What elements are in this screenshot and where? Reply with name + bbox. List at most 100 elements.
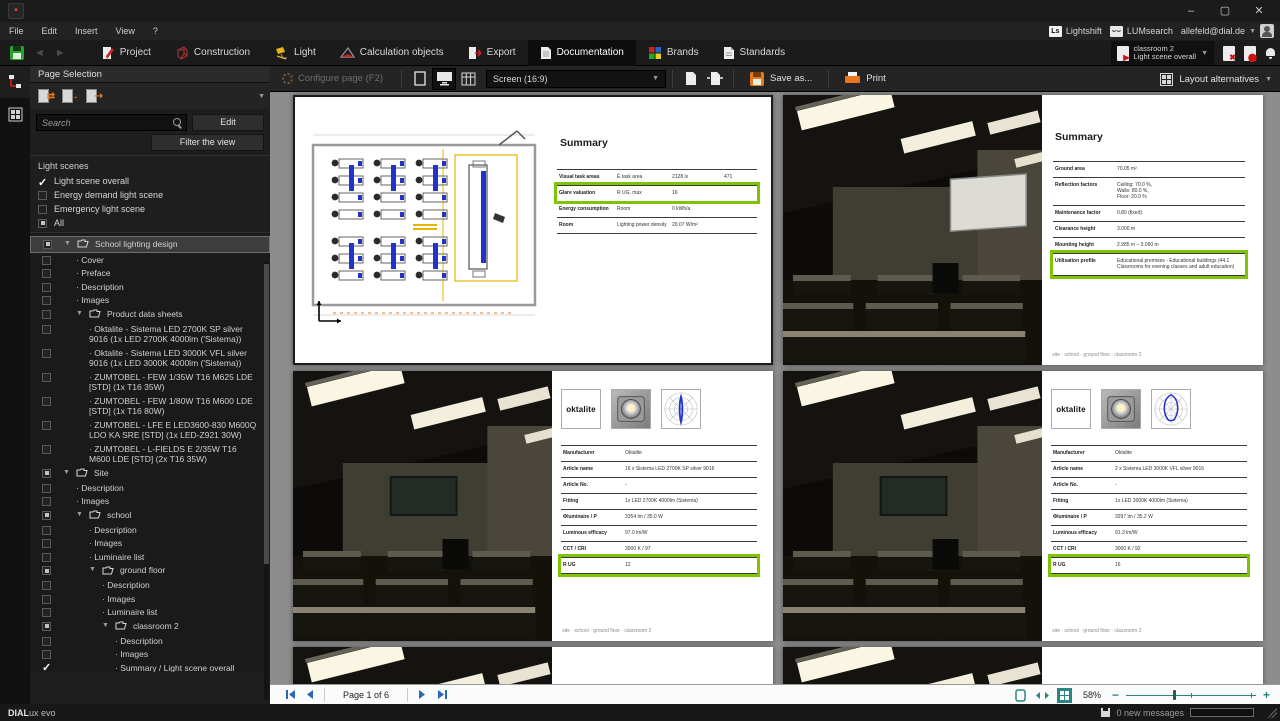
notifications-bell-icon[interactable] <box>1265 47 1276 59</box>
chevron-down-icon[interactable]: ▼ <box>89 565 96 575</box>
checkbox[interactable] <box>42 310 51 319</box>
tree-item[interactable]: Images <box>30 495 270 509</box>
tree-item[interactable]: Images <box>30 592 270 606</box>
zoom-in-button[interactable]: + <box>1263 688 1270 702</box>
portrait-format-button[interactable] <box>408 68 432 90</box>
tree-item[interactable]: Description <box>30 523 270 537</box>
page-preview-3[interactable]: oktalite ManufacturerOktaliteArticle nam… <box>293 371 773 641</box>
lightshift-button[interactable]: Ls Lightshift <box>1049 26 1102 37</box>
tab-brands[interactable]: Brands <box>636 40 711 66</box>
tree-item[interactable]: Oktalite - Sistema LED 3000K VFL silver … <box>30 346 270 370</box>
checkbox[interactable] <box>42 511 51 520</box>
maximize-button[interactable]: ▢ <box>1208 0 1242 22</box>
checkbox[interactable] <box>42 469 51 478</box>
page-preview-canvas[interactable]: SummaryVisual task areasĒ task area2128 … <box>270 92 1280 684</box>
insert-page-before-icon[interactable]: → <box>62 89 78 103</box>
configure-page-button[interactable]: Configure page (F2) <box>270 73 395 84</box>
tab-standards[interactable]: Standards <box>711 40 798 66</box>
table-format-button[interactable] <box>456 68 480 90</box>
chevron-down-icon[interactable]: ▼ <box>63 468 70 478</box>
checkbox[interactable] <box>42 608 51 617</box>
checkbox[interactable] <box>42 484 51 493</box>
chevron-down-icon[interactable]: ▼ <box>102 621 109 631</box>
record-document-icon[interactable]: ⬤ <box>1244 46 1256 61</box>
minimize-button[interactable]: – <box>1174 0 1208 22</box>
page-format-select[interactable]: Screen (16:9) ▼ <box>486 70 666 88</box>
tree-item[interactable]: Images <box>30 648 270 662</box>
page-preview-5[interactable] <box>293 647 773 684</box>
print-button[interactable]: Print <box>835 72 896 85</box>
checkbox[interactable] <box>42 497 51 506</box>
tree-item[interactable]: Description <box>30 579 270 593</box>
zoom-out-button[interactable]: − <box>1112 688 1119 702</box>
light-scene-item[interactable]: Energy demand light scene <box>30 188 270 202</box>
page-tree-mode-button[interactable] <box>0 66 30 98</box>
multi-page-view-button[interactable] <box>1057 688 1072 703</box>
checkbox[interactable] <box>42 296 51 305</box>
tree-item[interactable]: Cover <box>30 253 270 267</box>
screen-format-button[interactable] <box>432 68 456 90</box>
previous-page-button[interactable] <box>300 690 320 699</box>
tree-folder[interactable]: ▼ground floor <box>30 564 270 579</box>
insert-page-after-icon[interactable]: ⇢ <box>86 89 102 103</box>
tab-construction[interactable]: Construction <box>163 40 262 66</box>
menu-item-help[interactable]: ? <box>144 22 167 40</box>
page-preview-1[interactable]: SummaryVisual task areasĒ task area2128 … <box>293 95 773 365</box>
checkbox[interactable] <box>42 421 51 430</box>
tab-calculation-objects[interactable]: Calculation objects <box>328 40 456 66</box>
insert-page-icon[interactable]: ⇄ <box>38 89 54 103</box>
filter-view-button[interactable]: Filter the view <box>151 134 264 151</box>
checkbox[interactable] <box>42 349 51 358</box>
layout-alternatives-button[interactable]: Layout alternatives ▼ <box>1160 66 1272 92</box>
redo-icon[interactable]: ► <box>55 47 66 59</box>
tree-folder[interactable]: ▼Product data sheets <box>30 307 270 322</box>
tree-item[interactable]: Images <box>30 537 270 551</box>
new-page-button[interactable] <box>679 68 703 90</box>
checkbox[interactable] <box>38 177 47 186</box>
messages-status[interactable]: 0 new messages <box>1116 708 1184 718</box>
checkbox[interactable] <box>42 595 51 604</box>
tree-item[interactable]: Description <box>30 634 270 648</box>
page-grid-mode-button[interactable] <box>0 98 30 130</box>
tree-item[interactable]: Preface <box>30 267 270 281</box>
zoom-slider-handle[interactable] <box>1173 690 1176 700</box>
tree-folder[interactable]: ▼school <box>30 508 270 523</box>
checkbox[interactable] <box>42 581 51 590</box>
tree-folder[interactable]: ▼Site <box>30 466 270 481</box>
tree-item[interactable]: Oktalite - Sistema LED 2700K SP silver 9… <box>30 322 270 346</box>
checkbox[interactable] <box>38 191 47 200</box>
close-button[interactable]: ✕ <box>1242 0 1276 22</box>
tab-project[interactable]: Project <box>90 40 163 66</box>
tab-documentation[interactable]: Documentation <box>528 40 636 66</box>
checkbox[interactable] <box>43 240 52 249</box>
light-scene-item[interactable]: All <box>30 216 270 230</box>
checkbox[interactable] <box>42 445 51 454</box>
tree-item[interactable]: Summary / Light scene overall <box>30 661 270 672</box>
tab-light[interactable]: Light <box>262 40 328 66</box>
fit-width-button[interactable] <box>1035 688 1050 703</box>
page-preview-4[interactable]: oktalite ManufacturerOktaliteArticle nam… <box>783 371 1263 641</box>
tree-item[interactable]: Images <box>30 294 270 308</box>
checkbox[interactable] <box>42 325 51 334</box>
active-scene-selector[interactable]: ▶ classroom 2 Light scene overall ▼ <box>1111 41 1214 65</box>
first-page-button[interactable] <box>280 690 300 699</box>
checkbox[interactable] <box>38 219 47 228</box>
search-input[interactable]: Search <box>36 114 187 131</box>
chevron-down-icon[interactable]: ▼ <box>76 309 83 319</box>
checkbox[interactable] <box>42 637 51 646</box>
tree-item[interactable]: ZUMTOBEL - FEW 1/80W T16 M600 LDE [STD] … <box>30 394 270 418</box>
sidebar-scrollbar[interactable] <box>264 262 269 700</box>
tree-folder[interactable]: ▼School lighting design <box>30 236 270 253</box>
checkbox[interactable] <box>42 269 51 278</box>
duplicate-page-button[interactable] <box>703 68 727 90</box>
tree-item[interactable]: ZUMTOBEL - LFE E LED3600-830 M600Q LDO K… <box>30 418 270 442</box>
tree-item[interactable]: Description <box>30 280 270 294</box>
discard-document-icon[interactable]: ✖ <box>1223 46 1235 61</box>
checkbox[interactable] <box>42 664 51 673</box>
checkbox[interactable] <box>42 553 51 562</box>
tree-item[interactable]: ZUMTOBEL - FEW 1/35W T16 M625 LDE [STD] … <box>30 370 270 394</box>
next-page-button[interactable] <box>412 690 432 699</box>
tree-item[interactable]: Luminaire list <box>30 606 270 620</box>
tree-item[interactable]: Luminaire list <box>30 550 270 564</box>
tab-export[interactable]: Export <box>456 40 528 66</box>
